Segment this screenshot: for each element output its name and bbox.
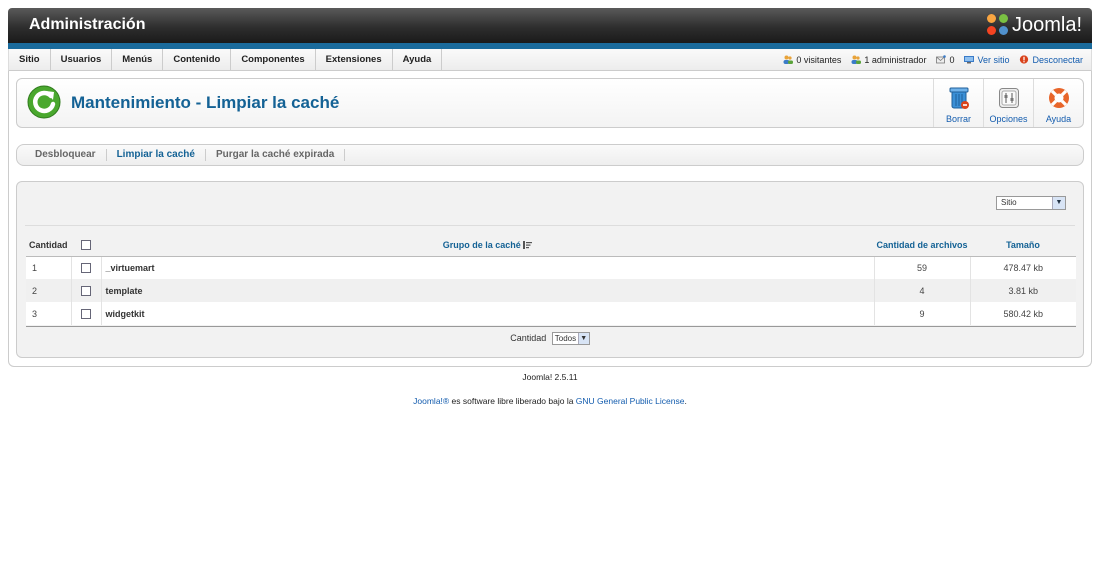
table-row: 2 template 4 3.81 kb xyxy=(26,279,1076,302)
status-bar: 0 visitantes 1 administrador 0 Ver sitio… xyxy=(773,49,1083,70)
options-button-label: Opciones xyxy=(989,114,1028,124)
table-footer-divider xyxy=(26,326,1076,327)
row-number: 1 xyxy=(26,256,72,279)
main-menubar: Sitio Usuarios Menús Contenido Component… xyxy=(8,49,1092,71)
view-site-label: Ver sitio xyxy=(977,54,1010,65)
license-text: es software libre liberado bajo la xyxy=(449,396,576,406)
row-size: 478.47 kb xyxy=(970,256,1076,279)
options-icon xyxy=(998,88,1019,108)
column-header-count: Cantidad xyxy=(26,234,71,257)
submenu-item-purgar[interactable]: Purgar la caché expirada xyxy=(206,149,346,161)
row-checkbox[interactable] xyxy=(81,263,91,274)
menu-item-menus[interactable]: Menús xyxy=(112,49,164,70)
chevron-down-icon: ▼ xyxy=(1052,197,1065,209)
options-button[interactable]: Opciones xyxy=(983,79,1033,127)
toolbar-buttons: Borrar Opciones Ayuda xyxy=(933,79,1083,127)
menu-item-sitio[interactable]: Sitio xyxy=(9,49,51,70)
trash-icon xyxy=(949,87,969,109)
view-site-link[interactable]: Ver sitio xyxy=(964,55,1009,65)
row-number: 2 xyxy=(26,279,72,302)
joomla-logo-text: Joomla! xyxy=(1011,13,1082,36)
toolbar-box: Mantenimiento - Limpiar la caché Borrar … xyxy=(16,78,1084,128)
messages-count: 0 xyxy=(949,54,955,65)
menu-item-componentes[interactable]: Componentes xyxy=(231,49,316,70)
table-header-row: Cantidad Grupo de la caché Cantidad de a… xyxy=(26,234,1076,257)
client-filter-select[interactable]: Sitio ▼ xyxy=(996,196,1066,210)
column-header-group-label: Grupo de la caché xyxy=(442,239,521,250)
mail-icon xyxy=(936,55,947,64)
submenu: Desbloquear Limpiar la caché Purgar la c… xyxy=(16,144,1084,166)
joomla-logo: Joomla! xyxy=(986,12,1082,38)
column-header-checkall xyxy=(71,234,101,257)
cache-table: Cantidad Grupo de la caché Cantidad de a… xyxy=(26,234,1076,325)
sort-icon xyxy=(523,241,533,250)
visitors-status: 0 visitantes xyxy=(783,55,841,65)
logout-icon xyxy=(1020,55,1029,64)
lifebuoy-icon xyxy=(1048,88,1069,108)
list-limit-select[interactable]: Todos ▼ xyxy=(551,332,590,345)
visitors-count: 0 visitantes xyxy=(796,54,842,65)
gpl-link[interactable]: GNU General Public License xyxy=(576,396,685,406)
menu-item-contenido[interactable]: Contenido xyxy=(163,49,232,70)
list-limit-label: Cantidad xyxy=(510,332,547,343)
row-checkbox-cell xyxy=(71,302,102,325)
messages-link[interactable]: 0 xyxy=(936,55,954,65)
menu-item-ayuda[interactable]: Ayuda xyxy=(393,49,443,70)
row-number: 3 xyxy=(26,302,72,325)
row-files: 4 xyxy=(874,279,971,302)
help-button-label: Ayuda xyxy=(1045,114,1072,124)
table-row: 1 _virtuemart 59 478.47 kb xyxy=(26,256,1076,279)
footer-version: Joomla! 2.5.11 xyxy=(522,372,578,382)
row-group: widgetkit xyxy=(101,302,875,325)
row-checkbox-cell xyxy=(71,256,102,279)
row-files: 9 xyxy=(874,302,971,325)
menu-item-extensiones[interactable]: Extensiones xyxy=(316,49,393,70)
list-limit: Cantidad Todos ▼ xyxy=(17,332,1083,345)
logout-label: Desconectar xyxy=(1032,54,1083,65)
list-limit-value: Todos xyxy=(554,334,577,343)
help-button[interactable]: Ayuda xyxy=(1033,79,1083,127)
admins-count: 1 administrador xyxy=(864,54,927,65)
submenu-item-limpiar[interactable]: Limpiar la caché xyxy=(107,149,206,161)
menu-item-usuarios[interactable]: Usuarios xyxy=(51,49,113,70)
column-header-size[interactable]: Tamaño xyxy=(970,234,1076,257)
row-group: _virtuemart xyxy=(101,256,875,279)
divider xyxy=(25,225,1075,226)
page-title: Mantenimiento - Limpiar la caché xyxy=(71,93,340,112)
row-checkbox[interactable] xyxy=(81,308,91,319)
admins-status: 1 administrador xyxy=(851,55,926,65)
column-header-files[interactable]: Cantidad de archivos xyxy=(874,234,970,257)
joomla-logo-icon xyxy=(986,14,1009,36)
license-end: . xyxy=(684,396,687,406)
row-checkbox[interactable] xyxy=(81,285,91,296)
main-menu: Sitio Usuarios Menús Contenido Component… xyxy=(9,49,443,70)
table-row: 3 widgetkit 9 580.42 kb xyxy=(26,302,1076,325)
column-header-group[interactable]: Grupo de la caché xyxy=(101,234,874,257)
content-box: Sitio ▼ Cantidad Grupo de la caché Canti… xyxy=(16,181,1084,358)
delete-button[interactable]: Borrar xyxy=(933,79,983,127)
check-all-checkbox[interactable] xyxy=(81,240,91,251)
row-files: 59 xyxy=(874,256,971,279)
admin-header: Administración Joomla! xyxy=(8,8,1092,43)
admin-users-icon xyxy=(851,55,862,64)
chevron-down-icon: ▼ xyxy=(577,333,589,344)
row-checkbox-cell xyxy=(71,279,102,302)
logout-link[interactable]: Desconectar xyxy=(1019,55,1083,65)
delete-button-label: Borrar xyxy=(945,114,971,124)
client-filter-value: Sitio xyxy=(1001,198,1017,207)
footer-license: Joomla!® es software libre liberado bajo… xyxy=(0,396,1100,406)
row-size: 3.81 kb xyxy=(970,279,1076,302)
admin-title: Administración xyxy=(29,16,146,33)
row-group: template xyxy=(101,279,875,302)
submenu-item-desbloquear[interactable]: Desbloquear xyxy=(25,149,107,161)
users-icon xyxy=(783,55,794,64)
refresh-icon xyxy=(27,85,61,119)
monitor-icon xyxy=(964,56,975,64)
row-size: 580.42 kb xyxy=(970,302,1076,325)
joomla-link[interactable]: Joomla!® xyxy=(413,396,449,406)
